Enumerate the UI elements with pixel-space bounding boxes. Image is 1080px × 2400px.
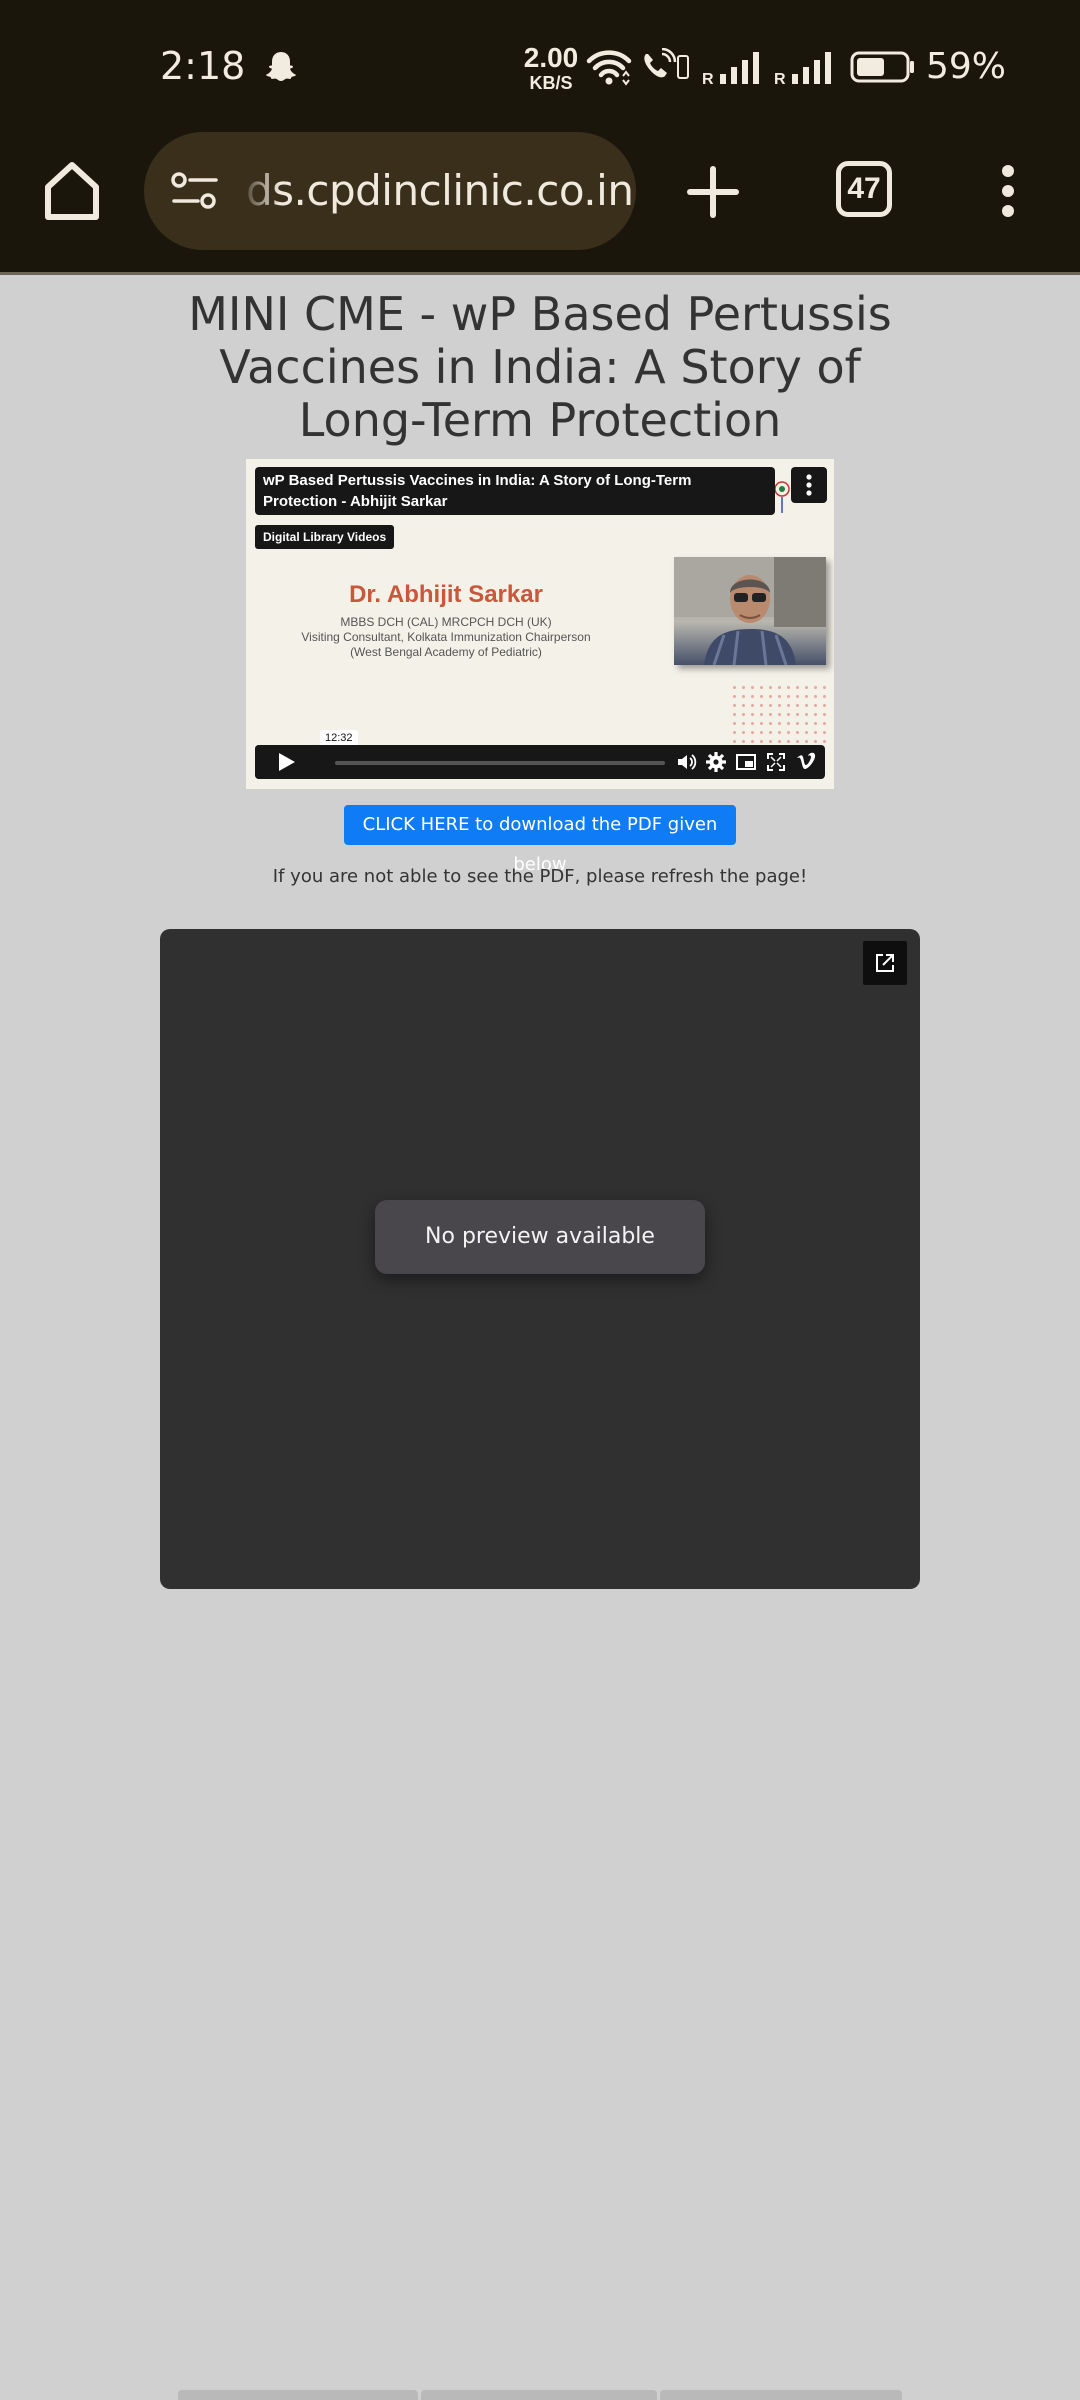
refresh-note: If you are not able to see the PDF, plea… <box>272 866 808 887</box>
battery-percent: 59% <box>926 46 1007 87</box>
video-title[interactable]: wP Based Pertussis Vaccines in India: A … <box>255 467 775 515</box>
home-icon[interactable] <box>38 157 106 225</box>
wifi-icon <box>586 50 632 86</box>
no-preview-message: No preview available <box>375 1200 705 1274</box>
bottom-tab-strip-2 <box>421 2390 657 2400</box>
svg-text:R: R <box>774 71 786 86</box>
svg-text:R: R <box>702 71 714 86</box>
snapchat-icon <box>266 52 296 81</box>
url-text[interactable]: ds.cpdinclinic.co.in <box>246 166 634 215</box>
vimeo-logo-icon[interactable] <box>795 751 817 773</box>
battery-icon <box>850 51 914 83</box>
speaker-name: Dr. Abhijit Sarkar <box>349 581 543 608</box>
video-duration: 12:32 <box>320 730 358 746</box>
network-speed-unit: KB/S <box>529 73 573 93</box>
cell-signal-2-icon: R <box>774 52 831 86</box>
play-icon <box>279 753 295 771</box>
network-speed-value: 2.00 <box>523 42 579 73</box>
browser-toolbar: ds.cpdinclinic.co.in 47 <box>0 125 1080 275</box>
download-pdf-button[interactable]: CLICK HERE to download the PDF given bel… <box>344 805 736 875</box>
video-controls <box>255 745 825 779</box>
page-title: MINI CME - wP Based Pertussis Vaccines i… <box>188 287 892 447</box>
fullscreen-icon[interactable] <box>765 751 787 773</box>
url-fade <box>240 152 280 232</box>
wifi-calling-icon <box>644 48 689 79</box>
decorative-dots <box>730 683 830 747</box>
volume-icon[interactable] <box>675 751 697 773</box>
bottom-tab-strip-1 <box>178 2390 418 2400</box>
site-info-icon[interactable] <box>170 170 220 212</box>
speaker-position: Visiting Consultant, Kolkata Immunizatio… <box>301 630 591 644</box>
play-button[interactable] <box>255 745 317 779</box>
seek-bar[interactable] <box>335 761 665 765</box>
pdf-viewer[interactable]: No preview available <box>160 929 920 1589</box>
settings-icon[interactable] <box>705 751 727 773</box>
speaker-degrees: MBBS DCH (CAL) MRCPCH DCH (UK) <box>340 615 552 629</box>
open-external-icon <box>876 954 894 972</box>
video-player[interactable]: Dr. Abhijit Sarkar MBBS DCH (CAL) MRCPCH… <box>246 459 834 789</box>
status-time: 2:18 <box>160 44 246 88</box>
plus-icon[interactable] <box>684 163 742 221</box>
address-bar[interactable]: ds.cpdinclinic.co.in <box>144 132 636 250</box>
open-external-button[interactable] <box>863 941 907 985</box>
picture-in-picture-icon[interactable] <box>735 751 757 773</box>
more-vert-icon[interactable] <box>990 161 1026 221</box>
video-badge[interactable]: Digital Library Videos <box>255 525 395 549</box>
cell-signal-icon: R <box>702 52 759 86</box>
video-more-icon <box>806 474 812 496</box>
network-speed: 2.00 KB/S <box>522 42 580 93</box>
video-more-button[interactable] <box>791 467 827 503</box>
academy-logo <box>774 481 790 513</box>
speaker-figure <box>674 557 826 665</box>
speaker-video-thumbnail <box>674 557 826 665</box>
bottom-tab-strip-3 <box>660 2390 902 2400</box>
speaker-affiliation: (West Bengal Academy of Pediatric) <box>350 645 542 659</box>
status-bar: 2:18 2.00 KB/S R R 59% <box>0 0 1080 125</box>
tab-switcher-button[interactable]: 47 <box>836 161 892 217</box>
speaker-credentials: MBBS DCH (CAL) MRCPCH DCH (UK) Visiting … <box>246 615 646 660</box>
